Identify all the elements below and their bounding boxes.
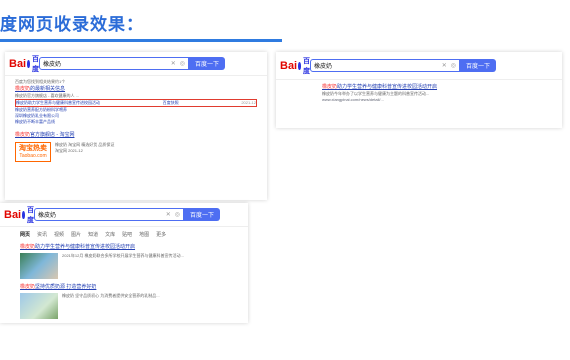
screenshot-search-results-a: Bai 百度 橡皮奶 ✕ ◎ 百度一下 百度为您找到相关结果约1个 橡皮奶的最新相… [5, 52, 267, 200]
search-query: 橡皮奶 [43, 62, 62, 68]
result-title[interactable]: 橡皮奶助力学生营养与健康科普宣传进校园活动开启 [322, 83, 552, 91]
screenshot-search-results-b: Bai 百度 橡皮奶 ✕ ◎ 百度一下 橡皮奶助力学生营养与健康科普宣传进校园活动… [276, 52, 562, 128]
search-query: 橡皮奶 [38, 213, 57, 219]
screenshot-search-results-c: Bai 百度 橡皮奶 ✕ ◎ 百度一下 网页 资讯 视频 图片 知道 文库 贴吧 … [0, 203, 248, 323]
baidu-logo[interactable]: Bai 百度 [4, 205, 34, 225]
baidu-logo[interactable]: Bai 百度 [280, 56, 310, 76]
search-tabs: 网页 资讯 视频 图片 知道 文库 贴吧 地图 更多 [0, 227, 248, 239]
page-heading: 度网页收录效果： [0, 15, 144, 35]
camera-icon[interactable]: ◎ [175, 211, 180, 218]
search-input[interactable]: 橡皮奶 ✕ ◎ [39, 57, 189, 70]
tab-more[interactable]: 更多 [156, 231, 166, 238]
result-title[interactable]: 橡皮奶的最新相关信息 [15, 85, 257, 93]
result-title[interactable]: 橡皮奶助力学生营养与健康科普宣传进校园活动开启 [0, 243, 248, 251]
result-title[interactable]: 橡皮奶坚持优质奶源 打造营养好奶 [0, 283, 248, 291]
search-input[interactable]: 橡皮奶 ✕ ◎ [34, 208, 184, 221]
camera-icon[interactable]: ◎ [180, 60, 185, 67]
result-card[interactable]: 橡皮奶 坚守品质初心 为消费者提供安全营养的乳制品... [20, 293, 228, 319]
taobao-card[interactable]: 淘宝热卖 Taobao.com 橡皮奶 淘宝网 精选好货 品质保证 淘宝网 20… [15, 142, 257, 162]
search-button[interactable]: 百度一下 [184, 208, 220, 221]
tab-tieba[interactable]: 贴吧 [122, 231, 132, 238]
result-source: 淘宝网 2021-12 [55, 148, 83, 153]
results-list: 百度为您找到相关结果约1个 橡皮奶的最新相关信息 橡皮奶官方旗舰店 - 喜欢健康… [5, 76, 267, 165]
paw-icon [298, 61, 301, 70]
cache-badge[interactable]: 百度快照 [163, 100, 179, 106]
clear-icon[interactable]: ✕ [442, 62, 447, 69]
tab-web[interactable]: 网页 [20, 231, 30, 238]
search-header: Bai 百度 橡皮奶 ✕ ◎ 百度一下 [5, 52, 267, 76]
result-description: 2021年12月 橡皮奶联合多所学校开展学生营养与健康科普宣传活动... [62, 253, 184, 258]
search-header: Bai 百度 橡皮奶 ✕ ◎ 百度一下 [0, 203, 248, 227]
taobao-logo: 淘宝热卖 Taobao.com [15, 142, 51, 162]
result-description: 橡皮奶 坚守品质初心 为消费者提供安全营养的乳制品... [62, 293, 160, 298]
highlighted-result-row[interactable]: 橡皮奶助力学生营养与健康科普宣传进校园活动 百度快照 2021-12 [15, 99, 257, 107]
tab-video[interactable]: 视频 [54, 231, 64, 238]
tab-zhidao[interactable]: 知道 [88, 231, 98, 238]
search-query: 橡皮奶 [314, 64, 333, 70]
results-list: 橡皮奶助力学生营养与健康科普宣传进校园活动开启 橡皮奶今年举办了以学生营养与健康… [276, 80, 562, 106]
heading-underline [0, 39, 282, 42]
result-row[interactable]: 橡皮奶不断丰富产品线 [15, 119, 257, 125]
result-card[interactable]: 2021年12月 橡皮奶联合多所学校开展学生营养与健康科普宣传活动... [20, 253, 228, 279]
tab-news[interactable]: 资讯 [37, 231, 47, 238]
tab-wenku[interactable]: 文库 [105, 231, 115, 238]
paw-icon [27, 59, 30, 68]
tab-map[interactable]: 地图 [139, 231, 149, 238]
clear-icon[interactable]: ✕ [166, 211, 171, 218]
search-button[interactable]: 百度一下 [189, 57, 225, 70]
baidu-logo[interactable]: Bai 百度 [9, 54, 39, 74]
search-header: Bai 百度 橡皮奶 ✕ ◎ 百度一下 [276, 52, 562, 80]
paw-icon [22, 210, 25, 219]
result-thumbnail [20, 253, 58, 279]
tab-images[interactable]: 图片 [71, 231, 81, 238]
result-title[interactable]: 橡皮奶官方旗舰店 - 淘宝网 [15, 131, 257, 139]
search-input[interactable]: 橡皮奶 ✕ ◎ [310, 59, 460, 72]
result-url[interactable]: www.xiangpinai.com/news/detail/... [322, 97, 552, 103]
clear-icon[interactable]: ✕ [171, 60, 176, 67]
search-button[interactable]: 百度一下 [460, 59, 496, 72]
result-thumbnail [20, 293, 58, 319]
camera-icon[interactable]: ◎ [451, 62, 456, 69]
